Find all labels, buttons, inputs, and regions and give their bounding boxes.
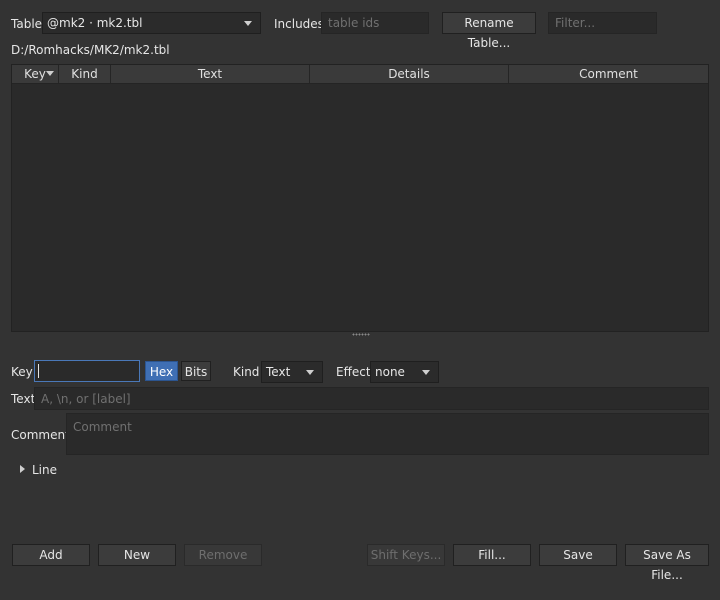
effect-select-value: none: [375, 365, 405, 379]
file-path: D:/Romhacks/MK2/mk2.tbl: [11, 43, 170, 57]
table-select-value: @mk2 · mk2.tbl: [47, 16, 143, 30]
column-header-comment[interactable]: Comment: [509, 65, 708, 83]
kind-select-value: Text: [266, 365, 291, 379]
comment-label: Comment: [11, 428, 70, 442]
text-input[interactable]: [34, 387, 709, 410]
table-view[interactable]: Key Kind Text Details Comment: [11, 64, 709, 332]
table-label: Table: [11, 17, 43, 31]
text-label: Text: [11, 392, 36, 406]
kind-select[interactable]: Text: [261, 361, 323, 383]
sort-descending-icon: [46, 71, 54, 76]
kind-label: Kind: [233, 365, 260, 379]
column-header-kind[interactable]: Kind: [59, 65, 111, 83]
includes-input[interactable]: [321, 12, 429, 34]
column-header-details[interactable]: Details: [310, 65, 509, 83]
add-button[interactable]: Add: [12, 544, 90, 566]
text-cursor: [38, 364, 39, 378]
table-select[interactable]: @mk2 · mk2.tbl: [42, 12, 261, 34]
column-header-key[interactable]: Key: [12, 65, 59, 83]
shift-keys-button[interactable]: Shift Keys...: [367, 544, 445, 566]
splitter-handle[interactable]: [352, 333, 370, 336]
chevron-down-icon: [422, 370, 430, 375]
column-header-text[interactable]: Text: [111, 65, 310, 83]
hex-toggle-button[interactable]: Hex: [145, 361, 178, 381]
bits-toggle-button[interactable]: Bits: [181, 361, 211, 381]
save-button[interactable]: Save: [539, 544, 617, 566]
line-section-label: Line: [32, 463, 58, 477]
table-header: Key Kind Text Details Comment: [12, 65, 708, 84]
key-input[interactable]: [34, 360, 140, 382]
chevron-down-icon: [244, 21, 252, 26]
fill-button[interactable]: Fill...: [453, 544, 531, 566]
save-as-file-button[interactable]: Save As File...: [625, 544, 709, 582]
line-section-toggle[interactable]: Line: [15, 461, 75, 479]
remove-button[interactable]: Remove: [184, 544, 262, 566]
key-label: Key: [11, 365, 33, 379]
effect-label: Effect: [336, 365, 371, 379]
includes-label: Includes: [274, 17, 324, 31]
effect-select[interactable]: none: [370, 361, 439, 383]
rename-table-button[interactable]: Rename Table...: [442, 12, 536, 50]
filter-input[interactable]: [548, 12, 657, 34]
chevron-down-icon: [306, 370, 314, 375]
comment-textarea[interactable]: [66, 413, 709, 455]
new-button[interactable]: New: [98, 544, 176, 566]
chevron-right-icon: [20, 465, 25, 473]
